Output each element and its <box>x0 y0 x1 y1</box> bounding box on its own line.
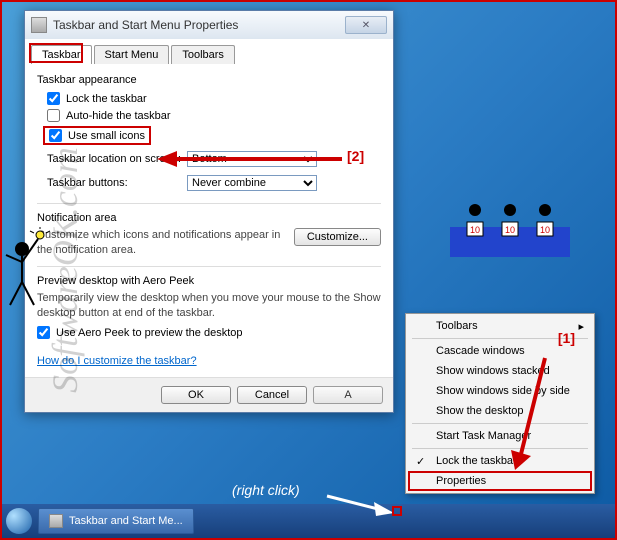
customize-button[interactable]: Customize... <box>294 228 381 246</box>
taskbar-item-icon <box>49 514 63 528</box>
notification-desc: Customize which icons and notifications … <box>37 228 286 258</box>
lock-taskbar-label: Lock the taskbar <box>66 93 147 105</box>
peek-checkbox[interactable] <box>37 326 50 339</box>
buttons-row: Taskbar buttons: Never combine <box>37 171 381 195</box>
appearance-label: Taskbar appearance <box>37 74 381 86</box>
cm-stacked[interactable]: Show windows stacked <box>408 361 592 381</box>
right-click-label: (right click) <box>232 482 300 498</box>
peek-row[interactable]: Use Aero Peek to preview the desktop <box>37 324 381 341</box>
svg-text:10: 10 <box>505 225 515 235</box>
svg-text:10: 10 <box>540 225 550 235</box>
start-button[interactable] <box>6 508 32 534</box>
apply-button[interactable]: A <box>313 386 383 404</box>
tab-body: Taskbar appearance Lock the taskbar Auto… <box>25 63 393 377</box>
window-icon <box>31 17 47 33</box>
tab-toolbars[interactable]: Toolbars <box>171 45 235 64</box>
peek-desc: Temporarily view the desktop when you mo… <box>37 291 381 321</box>
small-icons-checkbox[interactable] <box>49 129 62 142</box>
svg-text:10: 10 <box>470 225 480 235</box>
cm-showdesktop[interactable]: Show the desktop <box>408 401 592 421</box>
autohide-label: Auto-hide the taskbar <box>66 110 171 122</box>
buttons-label: Taskbar buttons: <box>47 177 187 189</box>
cm-sidebyside[interactable]: Show windows side by side <box>408 381 592 401</box>
titlebar[interactable]: Taskbar and Start Menu Properties ✕ <box>25 11 393 39</box>
cancel-button[interactable]: Cancel <box>237 386 307 404</box>
taskbar-item-label: Taskbar and Start Me... <box>69 515 183 527</box>
lock-taskbar-checkbox[interactable] <box>47 92 60 105</box>
cm-taskmgr[interactable]: Start Task Manager <box>408 426 592 446</box>
small-icons-row[interactable]: Use small icons <box>43 126 151 145</box>
cm-lock[interactable]: Lock the taskbar <box>408 451 592 471</box>
tab-startmenu[interactable]: Start Menu <box>94 45 170 64</box>
judges-icon: 10 10 10 <box>445 192 575 262</box>
tab-strip: Taskbar Start Menu Toolbars <box>25 39 393 64</box>
peek-label: Preview desktop with Aero Peek <box>37 275 381 287</box>
location-row: Taskbar location on screen: Bottom <box>37 147 381 171</box>
peek-check-label: Use Aero Peek to preview the desktop <box>56 327 243 339</box>
taskbar-item[interactable]: Taskbar and Start Me... <box>38 508 194 534</box>
lock-taskbar-row[interactable]: Lock the taskbar <box>37 90 381 107</box>
taskbar-properties-dialog: Taskbar and Start Menu Properties ✕ Task… <box>24 10 394 413</box>
close-button[interactable]: ✕ <box>345 16 387 34</box>
cm-toolbars[interactable]: Toolbars <box>408 316 592 336</box>
autohide-row[interactable]: Auto-hide the taskbar <box>37 107 381 124</box>
cm-cascade[interactable]: Cascade windows <box>408 341 592 361</box>
taskbar-context-menu: Toolbars Cascade windows Show windows st… <box>405 313 595 494</box>
help-link[interactable]: How do I customize the taskbar? <box>37 355 197 367</box>
cm-properties[interactable]: Properties <box>408 471 592 491</box>
window-title: Taskbar and Start Menu Properties <box>53 18 345 32</box>
buttons-select[interactable]: Never combine <box>187 175 317 191</box>
small-icons-label: Use small icons <box>68 130 145 142</box>
location-select[interactable]: Bottom <box>187 151 317 167</box>
dialog-buttons: OK Cancel A <box>25 377 393 412</box>
notification-label: Notification area <box>37 212 381 224</box>
location-label: Taskbar location on screen: <box>47 153 187 165</box>
taskbar[interactable]: Taskbar and Start Me... <box>2 504 615 538</box>
autohide-checkbox[interactable] <box>47 109 60 122</box>
ok-button[interactable]: OK <box>161 386 231 404</box>
tab-taskbar[interactable]: Taskbar <box>31 45 92 64</box>
